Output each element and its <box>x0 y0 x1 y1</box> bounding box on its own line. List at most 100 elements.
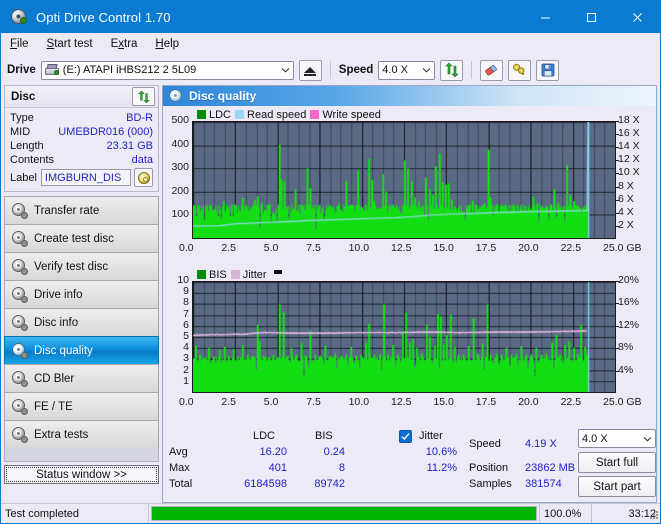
axis-tick-label: 2.5 <box>221 396 236 408</box>
axis-tick-mark <box>616 348 619 350</box>
disc-quality-panel: Disc quality LDC Read speed Write speed … <box>162 85 657 503</box>
sidebar-item-create-test-disc[interactable]: Create test disc <box>4 224 159 252</box>
start-full-button[interactable]: Start full <box>578 452 656 473</box>
disc-label-key: Label <box>10 171 37 184</box>
close-button[interactable] <box>614 1 660 33</box>
axis-tick-label: 20% <box>618 274 640 286</box>
disc-row-value: data <box>131 154 153 166</box>
axis-tick-label: 2.5 <box>221 242 236 254</box>
legend-item-bis: BIS <box>197 269 227 281</box>
legend-marker-black <box>273 270 282 274</box>
speed-label: Speed <box>338 64 374 76</box>
progress-percent: 100.0% <box>540 504 592 523</box>
axis-tick-label: 400 <box>171 137 189 150</box>
disc-panel-title: Disc <box>11 90 36 103</box>
refresh-button[interactable] <box>440 59 464 81</box>
start-part-button[interactable]: Start part <box>578 476 656 497</box>
jitter-checkbox[interactable] <box>399 430 412 443</box>
disc-info-rows: Type BD-R MID UMEBDR016 (000) Length 23.… <box>5 108 158 191</box>
chevron-down-icon <box>640 430 655 447</box>
axis-tick-label: 6 X <box>618 192 634 205</box>
legend-label: LDC <box>209 108 232 121</box>
sidebar-item-fe-te[interactable]: FE / TE <box>4 392 159 420</box>
sidebar-item-drive-info[interactable]: Drive info <box>4 280 159 308</box>
save-button[interactable] <box>536 59 560 81</box>
stats-bis-max: 8 <box>338 462 345 474</box>
axis-tick-label: 2 <box>183 363 189 376</box>
optical-drive-icon <box>44 64 59 76</box>
eraser-icon <box>485 64 498 75</box>
axis-tick-label: 25.0 GB <box>603 242 642 254</box>
axis-tick-mark <box>616 173 619 175</box>
axis-tick-label: 18 X <box>618 114 640 126</box>
axis-tick-label: 1 <box>183 374 189 387</box>
toolbar: Drive (E:) ATAPI iHBS212 2 5L09 Speed 4.… <box>1 55 660 85</box>
disc-icon <box>12 203 28 219</box>
refresh-icon <box>445 63 459 77</box>
disc-quality-icon <box>169 89 183 103</box>
disc-label-row: Label IMGBURN_DIS <box>10 168 153 187</box>
disc-refresh-button[interactable] <box>132 87 155 106</box>
tools-icon <box>513 63 525 76</box>
legend-item-write-speed: Write speed <box>310 109 381 121</box>
disc-row-contents: Contents data <box>10 153 153 167</box>
ldc-chart-legend: LDC Read speed Write speed <box>165 108 654 121</box>
menu-item-file[interactable]: FFileile <box>10 38 29 50</box>
axis-tick-label: 25.0 GB <box>603 396 642 408</box>
disc-panel-header: Disc <box>5 86 158 108</box>
chevron-down-icon <box>419 62 434 79</box>
sidebar-item-label: FE / TE <box>34 400 73 413</box>
axis-tick-label: 4 X <box>618 205 634 218</box>
bis-chart: BIS Jitter 1 2 3 4 5 6 7 8 9 10 4% 8% 12% 16% 20% 0.0… <box>165 268 654 416</box>
axis-tick-label: 16 X <box>618 127 640 140</box>
minimize-button[interactable] <box>522 1 568 33</box>
stats-ldc-total: 6184598 <box>244 478 287 490</box>
axis-tick-label: 7.5 <box>306 242 321 254</box>
eject-button[interactable] <box>298 59 322 81</box>
axis-tick-mark <box>616 147 619 149</box>
speed-select[interactable]: 4.0 X <box>378 60 436 80</box>
disc-row-value: 23.31 GB <box>106 140 153 152</box>
sidebar-item-verify-test-disc[interactable]: Verify test disc <box>4 252 159 280</box>
erase-button[interactable] <box>480 59 504 81</box>
maximize-button[interactable] <box>568 1 614 33</box>
resize-grip[interactable] <box>648 511 658 521</box>
axis-tick-label: 2 X <box>618 218 634 231</box>
sidebar-item-disc-quality[interactable]: Disc quality <box>4 336 159 364</box>
drive-select[interactable]: (E:) ATAPI iHBS212 2 5L09 <box>40 60 294 80</box>
stats-row-avg: Avg <box>169 446 188 458</box>
menu-item-extra[interactable]: Extra <box>111 38 138 50</box>
sidebar-item-cd-bler[interactable]: CD Bler <box>4 364 159 392</box>
menu-item-help[interactable]: Help <box>155 38 179 50</box>
sidebar-item-extra-tests[interactable]: Extra tests <box>4 420 159 448</box>
disc-row-key: MID <box>10 126 31 138</box>
stats-ldc-avg: 16.20 <box>259 446 287 458</box>
axis-tick-label: 15.0 <box>433 396 454 408</box>
disc-row-key: Length <box>10 140 44 152</box>
sidebar-item-disc-info[interactable]: Disc info <box>4 308 159 336</box>
disc-icon <box>12 427 28 443</box>
legend-item-jitter: Jitter <box>230 269 267 281</box>
axis-tick-label: 7 <box>183 307 189 320</box>
disc-row-key: Contents <box>10 154 55 166</box>
jitter-avg: 10.6% <box>425 446 457 458</box>
axis-tick-label: 500 <box>171 114 189 126</box>
legend-item-ldc: LDC <box>197 109 231 121</box>
menu-item-start-test[interactable]: Start test <box>47 38 93 50</box>
stats-panel: LDC BIS Avg Max Total 16.20 401 6184598 … <box>163 426 656 502</box>
sidebar-item-transfer-rate[interactable]: Transfer rate <box>4 196 159 224</box>
status-window-button[interactable]: Status window >> <box>4 465 159 484</box>
disc-icon <box>12 231 28 247</box>
axis-tick-label: 10.0 <box>348 396 370 408</box>
disc-icon-button[interactable] <box>134 168 153 187</box>
tools-button[interactable] <box>508 59 532 81</box>
charts-area: LDC Read speed Write speed 100 200 300 4… <box>163 106 656 426</box>
disc-icon <box>12 259 28 275</box>
disc-label-field[interactable]: IMGBURN_DIS <box>40 169 131 186</box>
stats-col-ldc: LDC <box>253 430 276 442</box>
disc-row-value: BD-R <box>126 112 153 124</box>
test-speed-select[interactable]: 4.0 X <box>578 429 656 448</box>
panel-header: Disc quality <box>163 86 656 106</box>
axis-tick-mark <box>616 186 619 188</box>
axis-tick-mark <box>616 281 619 282</box>
